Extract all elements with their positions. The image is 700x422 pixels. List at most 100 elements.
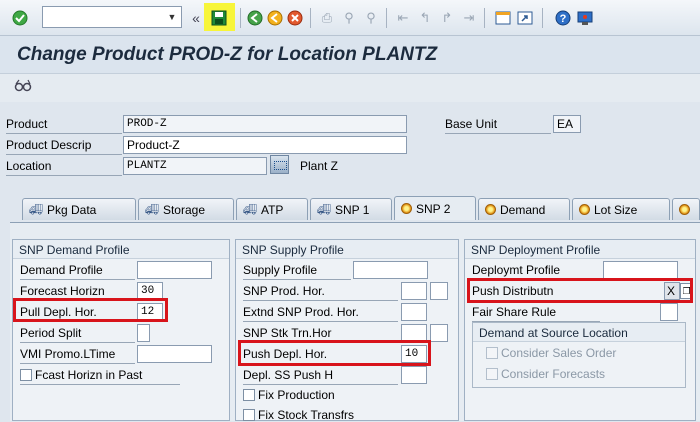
fair-share-rule-field[interactable]: [660, 303, 678, 321]
base-unit-field[interactable]: EA: [553, 115, 581, 133]
save-icon[interactable]: [210, 9, 228, 27]
base-unit-label: Base Unit: [445, 117, 498, 131]
demand-profile-field[interactable]: [137, 261, 212, 279]
page-title: Change Product PROD-Z for Location PLANT…: [17, 44, 438, 65]
group-title: SNP Demand Profile: [13, 240, 229, 259]
tab-pkg-data[interactable]: 🚚︎ Pkg Data: [22, 198, 136, 220]
location-label: Location: [6, 159, 52, 173]
collapse-toolbar-icon[interactable]: «: [187, 9, 205, 27]
vmi-promo-field[interactable]: [137, 345, 212, 363]
exit-icon[interactable]: [266, 9, 284, 27]
fix-production-label: Fix Production: [258, 388, 335, 402]
pull-depl-highlight: [13, 298, 168, 322]
vmi-promo-label: VMI Promo.LTime: [20, 347, 116, 361]
tab-label: SNP 2: [416, 201, 451, 216]
tab-label: ATP: [260, 202, 284, 217]
product-descrip-field[interactable]: Product-Z: [123, 136, 407, 154]
label-underline: [20, 363, 135, 364]
tab-atp[interactable]: 🚚︎ ATP: [236, 198, 308, 220]
find-icon[interactable]: ⚲: [340, 9, 358, 27]
deploymt-profile-label: Deploymt Profile: [472, 263, 561, 277]
label-underline: [20, 384, 180, 385]
tab-demand[interactable]: Demand: [478, 198, 570, 220]
tab-label: Pkg Data: [46, 202, 97, 217]
application-toolbar: [0, 74, 700, 102]
label-underline: [243, 321, 398, 322]
tab-label: Demand: [500, 202, 546, 217]
period-split-label: Period Split: [20, 326, 82, 340]
print-icon[interactable]: ⎙: [318, 9, 336, 27]
extnd-snp-prod-hor-label: Extnd SNP Prod. Hor.: [243, 305, 359, 319]
back-icon[interactable]: [246, 9, 264, 27]
title-bar: Change Product PROD-Z for Location PLANT…: [0, 36, 700, 74]
bulb-icon: [679, 204, 690, 215]
supply-profile-label: Supply Profile: [243, 263, 318, 277]
snp-stk-trn-hor-label: SNP Stk Trn.Hor: [243, 326, 332, 340]
chevron-down-icon[interactable]: ▼: [165, 9, 179, 25]
first-page-icon[interactable]: ⇤: [394, 9, 412, 27]
consider-sales-order-checkbox[interactable]: [486, 347, 498, 359]
shortcut-icon[interactable]: [516, 9, 534, 27]
snp-stk-trn-hor-unit[interactable]: [430, 324, 448, 342]
label-underline: [20, 279, 135, 280]
bulb-icon: [401, 203, 412, 214]
depl-ss-push-label: Depl. SS Push H: [243, 368, 334, 382]
enter-icon[interactable]: [11, 9, 29, 27]
period-split-field[interactable]: [137, 324, 150, 342]
truck-icon: 🚚︎: [29, 204, 43, 216]
push-distributn-highlight: [467, 278, 693, 303]
label-underline: [445, 133, 551, 134]
possible-entries-icon[interactable]: [270, 155, 289, 174]
previous-page-icon[interactable]: ↰: [416, 9, 434, 27]
group-title: SNP Supply Profile: [236, 240, 458, 259]
label-underline: [6, 154, 122, 155]
cancel-icon[interactable]: [286, 9, 304, 27]
display-change-icon[interactable]: [14, 78, 32, 97]
supply-profile-field[interactable]: [353, 261, 428, 279]
svg-text:?: ?: [560, 13, 567, 25]
find-next-icon[interactable]: ⚲: [362, 9, 380, 27]
fix-stock-transfrs-label: Fix Stock Transfrs: [258, 408, 355, 422]
demand-profile-label: Demand Profile: [20, 263, 103, 277]
deploymt-profile-field[interactable]: [603, 261, 678, 279]
snp-prod-hor-label: SNP Prod. Hor.: [243, 284, 325, 298]
command-field[interactable]: ▼: [42, 6, 182, 28]
fcast-horizn-checkbox[interactable]: [20, 369, 32, 381]
consider-sales-order-label: Consider Sales Order: [501, 346, 617, 360]
group-title: Demand at Source Location: [473, 323, 685, 342]
extnd-snp-prod-hor-field[interactable]: [401, 303, 427, 321]
truck-icon: 🚚︎: [317, 204, 331, 216]
last-page-icon[interactable]: ⇥: [460, 9, 478, 27]
customize-layout-icon[interactable]: [576, 9, 594, 27]
consider-forecasts-checkbox[interactable]: [486, 368, 498, 380]
tab-more[interactable]: [672, 198, 700, 220]
forecast-horizn-label: Forecast Horizn: [20, 284, 105, 298]
tab-storage[interactable]: 🚚︎ Storage: [138, 198, 234, 220]
bulb-icon: [579, 204, 590, 215]
tabstrip: 🚚︎ Pkg Data 🚚︎ Storage 🚚︎ ATP 🚚︎ SNP 1 S…: [12, 196, 700, 222]
depl-ss-push-field[interactable]: [401, 366, 427, 384]
label-underline: [6, 175, 122, 176]
truck-icon: 🚚︎: [145, 204, 159, 216]
location-field[interactable]: PLANTZ: [123, 157, 267, 175]
label-underline: [243, 279, 351, 280]
fix-production-checkbox[interactable]: [243, 389, 255, 401]
product-label: Product: [6, 117, 48, 131]
group-title: SNP Deployment Profile: [465, 240, 695, 259]
bulb-icon: [485, 204, 496, 215]
tab-lot-size[interactable]: Lot Size: [572, 198, 670, 220]
next-page-icon[interactable]: ↱: [438, 9, 456, 27]
tab-label: Lot Size: [594, 202, 638, 217]
create-session-icon[interactable]: [494, 9, 512, 27]
toolbar-separator: [542, 8, 543, 28]
product-field[interactable]: PROD-Z: [123, 115, 407, 133]
tab-snp-2[interactable]: SNP 2: [394, 196, 476, 220]
help-icon[interactable]: ?: [554, 9, 572, 27]
toolbar-separator: [240, 8, 241, 28]
truck-icon: 🚚︎: [243, 204, 257, 216]
snp-prod-hor-field[interactable]: [401, 282, 427, 300]
fix-stock-transfrs-checkbox[interactable]: [243, 409, 255, 421]
snp-prod-hor-unit[interactable]: [430, 282, 448, 300]
label-underline: [20, 342, 135, 343]
tab-snp-1[interactable]: 🚚︎ SNP 1: [310, 198, 392, 220]
